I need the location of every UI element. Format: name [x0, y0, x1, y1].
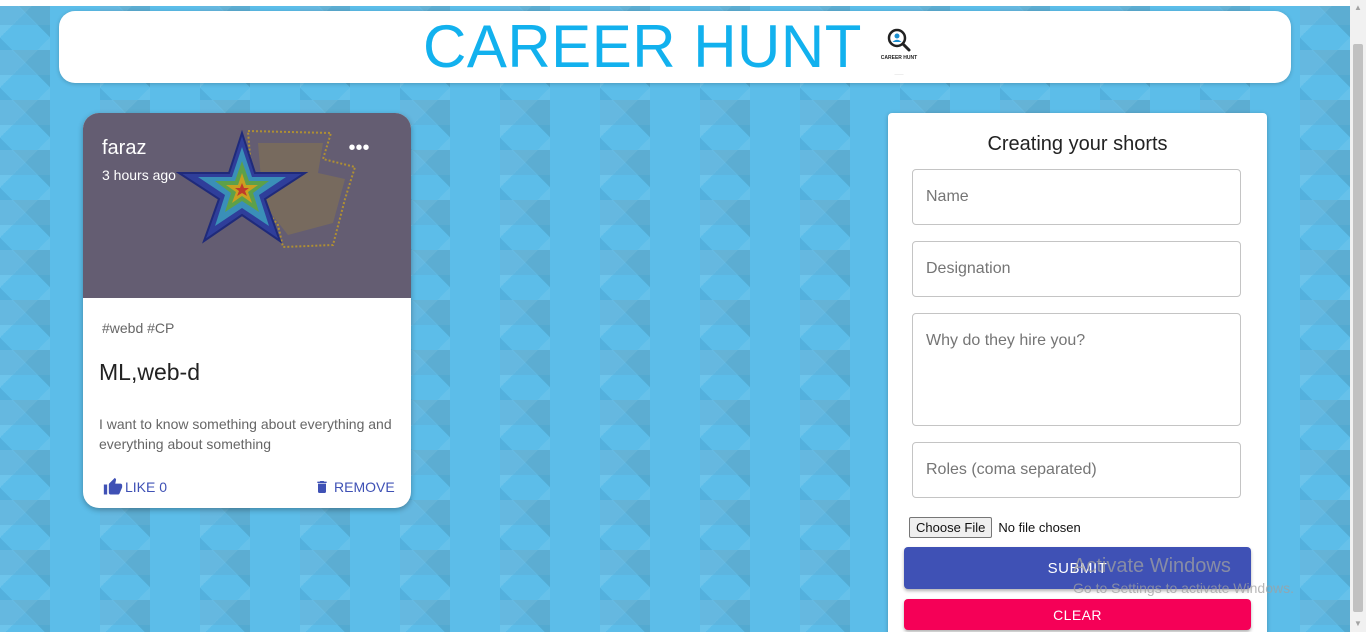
why-field — [912, 313, 1241, 426]
form-heading: Creating your shorts — [987, 133, 1168, 155]
thumb-up-icon — [103, 477, 123, 495]
remove-button[interactable]: REMOVE — [314, 475, 395, 499]
logo-text: CAREER HUNT — [880, 55, 918, 61]
logo-underline: ——— — [894, 72, 904, 76]
roles-input[interactable] — [913, 443, 1240, 497]
create-form: Creating your shorts Choose File No file… — [888, 113, 1267, 632]
name-field — [912, 169, 1241, 225]
like-button[interactable]: LIKE 0 — [103, 475, 167, 499]
app-title: CAREER HUNT — [423, 13, 862, 80]
remove-label: REMOVE — [334, 479, 395, 495]
trash-icon — [317, 481, 327, 493]
name-input[interactable] — [913, 170, 1240, 224]
app-logo: CAREER HUNT ——— — [872, 25, 926, 76]
file-upload: Choose File No file chosen — [909, 516, 1081, 538]
scroll-thumb[interactable] — [1353, 44, 1363, 612]
why-hire-textarea[interactable] — [913, 314, 1240, 425]
clear-button[interactable]: CLEAR — [904, 599, 1251, 630]
post-media: faraz 3 hours ago ••• — [83, 113, 411, 298]
scroll-down-arrow-icon[interactable]: ▼ — [1350, 616, 1366, 632]
more-horizontal-icon: ••• — [348, 137, 370, 159]
post-title: ML,web-d — [99, 359, 200, 385]
designation-field — [912, 241, 1241, 297]
post-card: faraz 3 hours ago ••• #webd #CP ML,web-d… — [83, 113, 411, 508]
magnifier-person-icon — [887, 28, 911, 52]
page-scrollbar[interactable]: ▲ ▼ — [1350, 0, 1366, 632]
post-tags: #webd #CP — [102, 320, 175, 336]
scroll-up-arrow-icon[interactable]: ▲ — [1350, 0, 1366, 16]
post-creator: faraz — [102, 137, 147, 159]
app-header: CAREER HUNT CAREER HUNT ——— — [59, 11, 1291, 83]
roles-field — [912, 442, 1241, 498]
submit-button[interactable]: SUBMIT — [904, 547, 1251, 589]
like-label: LIKE 0 — [125, 479, 168, 495]
top-strip — [0, 0, 1350, 6]
designation-input[interactable] — [913, 242, 1240, 296]
choose-file-button[interactable]: Choose File — [909, 516, 993, 538]
post-time: 3 hours ago — [102, 167, 176, 183]
more-options-button[interactable]: ••• — [345, 137, 373, 161]
post-message: I want to know something about everythin… — [99, 416, 392, 452]
file-status: No file chosen — [998, 519, 1081, 535]
